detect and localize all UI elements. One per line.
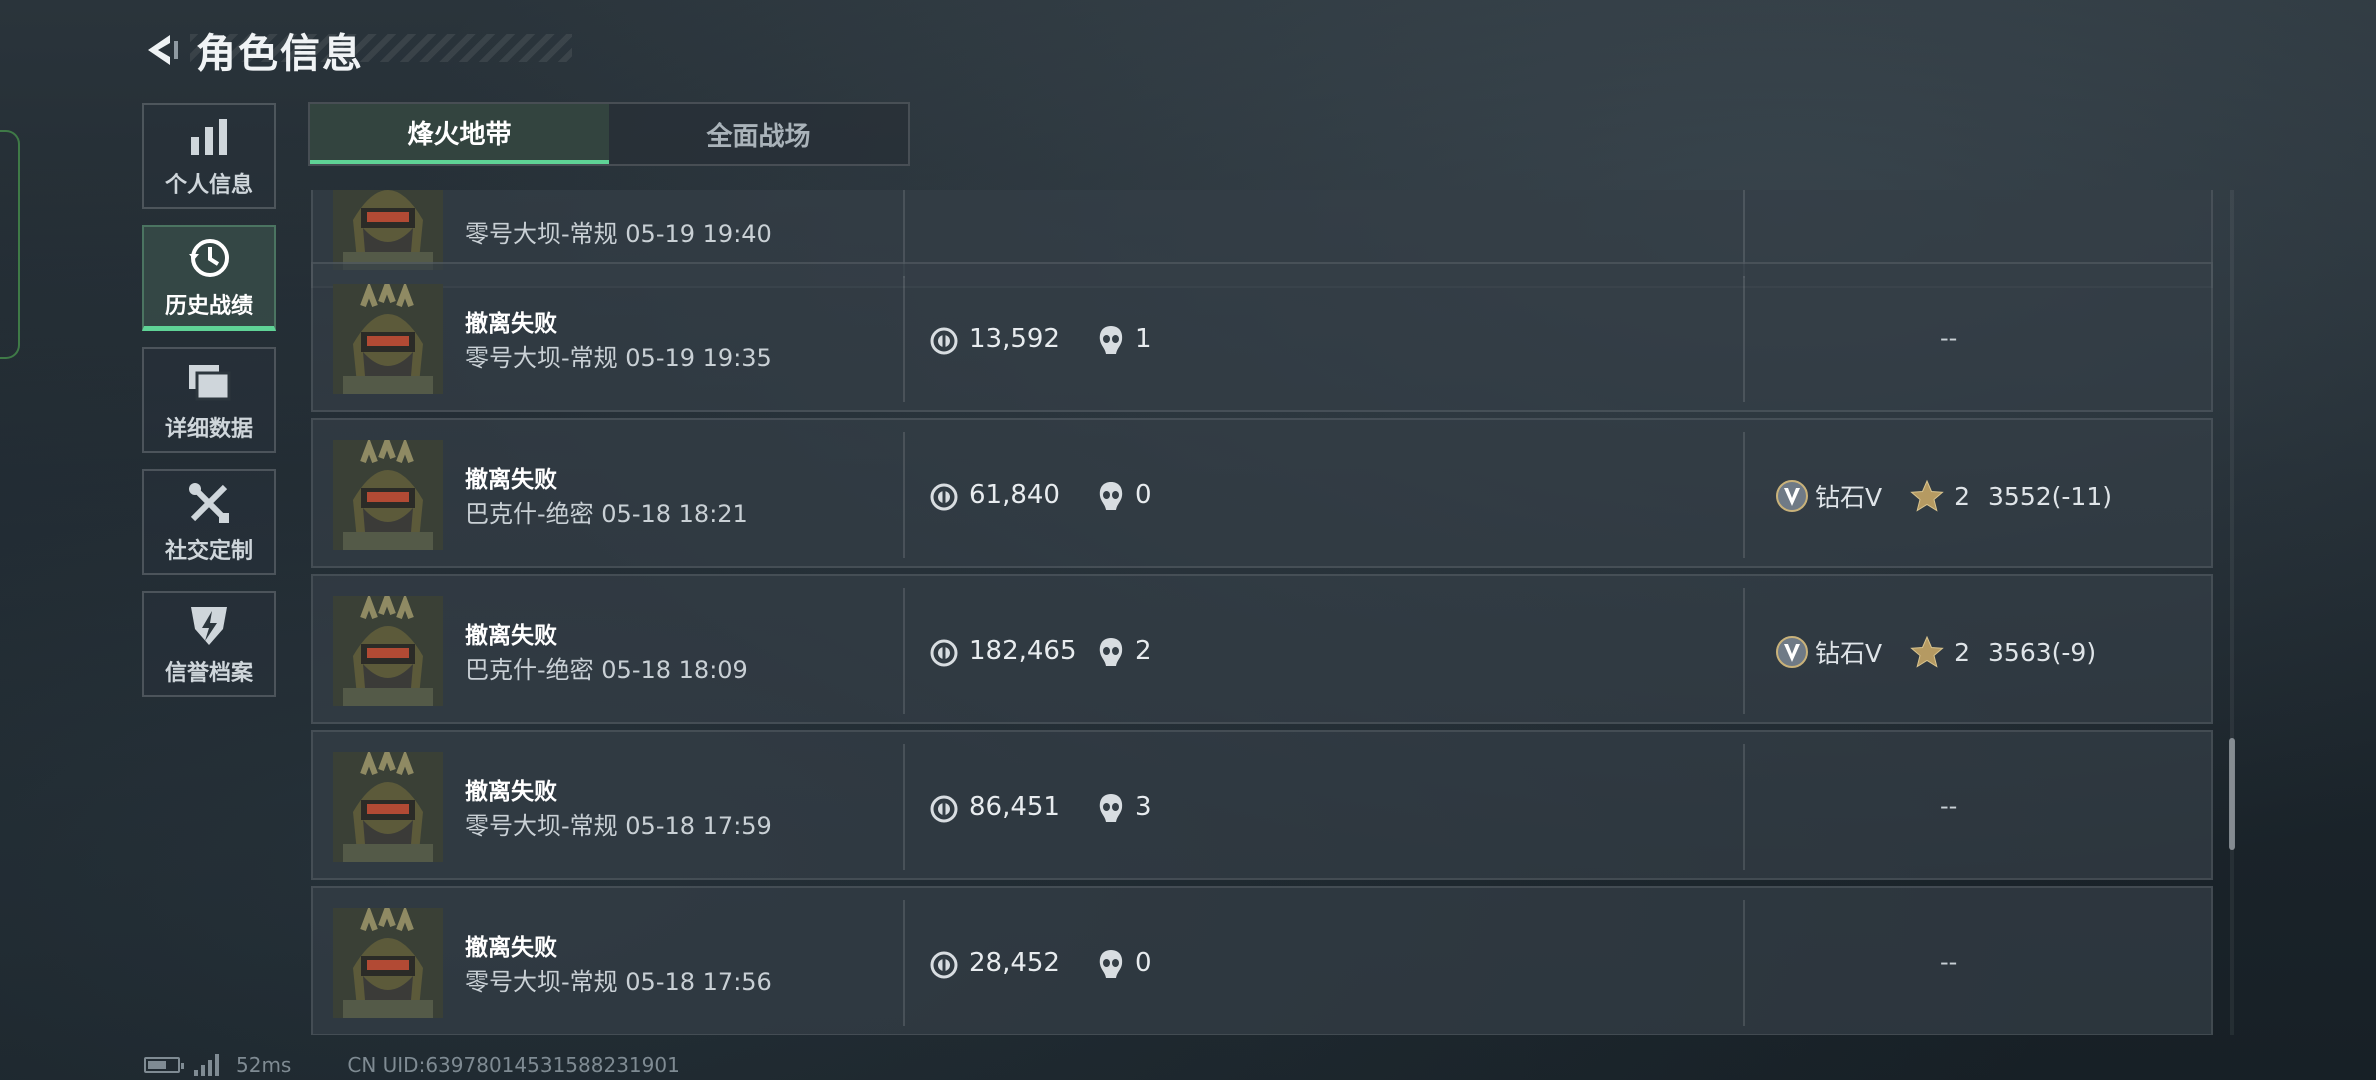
sidebar-item-history[interactable]: 历史战绩 [142, 225, 276, 331]
column-divider [903, 744, 905, 870]
ping-value: 52ms [236, 1053, 292, 1077]
match-map-time: 零号大坝-常规 05-19 19:35 [465, 344, 772, 372]
rank-info: 钻石V 2 3563(-9) [1775, 634, 2096, 670]
shield-lightning-icon [191, 607, 227, 645]
coin-icon [929, 482, 959, 512]
skull-icon [1097, 948, 1125, 980]
kill-count: 2 [1135, 636, 1152, 666]
star-icon [1910, 635, 1944, 669]
sidebar-item-label: 详细数据 [164, 417, 253, 442]
operator-avatar [333, 277, 443, 394]
match-row[interactable]: 撤离失败 巴克什-绝密 05-18 18:21 61,840 0 钻石V 2 3… [311, 418, 2213, 568]
tab-full-battlefield[interactable]: 全面战场 [609, 104, 908, 164]
match-map-time: 巴克什-绝密 05-18 18:09 [465, 656, 748, 684]
column-divider [1743, 744, 1745, 870]
operator-avatar [333, 190, 443, 270]
money-value: 61,840 [969, 480, 1060, 510]
match-row[interactable]: 撤离失败 零号大坝-常规 05-18 17:56 28,452 0 -- [311, 886, 2213, 1035]
column-divider [1743, 432, 1745, 558]
coin-icon [929, 794, 959, 824]
column-divider [903, 900, 905, 1026]
page-title: 角色信息 [196, 31, 364, 77]
status-bar: 52ms CN UID:639780145315882319​01 [144, 1052, 680, 1078]
column-divider [903, 588, 905, 714]
folder-icon [189, 365, 231, 401]
rank-empty: -- [1940, 792, 1958, 820]
sidebar-item-label: 社交定制 [164, 539, 253, 564]
match-map-time: 零号大坝-常规 05-18 17:56 [465, 968, 772, 996]
rank-badge-icon [1775, 635, 1809, 669]
tab-hazard-zone[interactable]: 烽火地带 [310, 104, 609, 164]
match-history-list[interactable]: 零号大坝-常规 05-19 19:40 撤离失败 零号大坝-常规 05-19 1… [308, 190, 2216, 1035]
money-value: 28,452 [969, 948, 1060, 978]
sidebar-item-detailed-data[interactable]: 详细数据 [142, 347, 276, 453]
coin-icon [929, 326, 959, 356]
rank-tier: 钻石V [1815, 639, 1883, 668]
sidebar-item-social[interactable]: 社交定制 [142, 469, 276, 575]
match-result: 撤离失败 [465, 779, 557, 805]
uid-text: CN UID:639780145315882319​01 [347, 1053, 680, 1077]
kill-count: 3 [1135, 792, 1152, 822]
match-result: 撤离失败 [465, 467, 557, 493]
sidebar-item-label: 个人信息 [164, 173, 253, 198]
column-divider [1743, 588, 1745, 714]
star-icon [1910, 479, 1944, 513]
column-divider [903, 276, 905, 402]
tools-icon [189, 483, 229, 523]
kill-count: 0 [1135, 948, 1152, 978]
operator-avatar [333, 589, 443, 706]
sidebar-item-personal-info[interactable]: 个人信息 [142, 103, 276, 209]
rank-score: 3563(-9) [1988, 637, 2097, 667]
back-arrow-icon[interactable] [140, 29, 182, 71]
money-value: 86,451 [969, 792, 1060, 822]
rank-badge-icon [1775, 479, 1809, 513]
match-map-time: 巴克什-绝密 05-18 18:21 [465, 500, 748, 528]
rank-stars: 2 [1954, 637, 1971, 667]
match-row[interactable]: 撤离失败 巴克什-绝密 05-18 18:09 182,465 2 钻石V 2 … [311, 574, 2213, 724]
money-value: 13,592 [969, 324, 1060, 354]
mode-tabs: 烽火地带 全面战场 [308, 102, 910, 166]
skull-icon [1097, 480, 1125, 512]
match-result: 撤离失败 [465, 935, 557, 961]
kill-count: 0 [1135, 480, 1152, 510]
scrollbar-thumb[interactable] [2229, 738, 2235, 850]
rank-empty: -- [1940, 324, 1958, 352]
match-map-time: 零号大坝-常规 05-18 17:59 [465, 812, 772, 840]
match-row[interactable]: 撤离失败 零号大坝-常规 05-18 17:59 86,451 3 -- [311, 730, 2213, 880]
match-row[interactable]: 撤离失败 零号大坝-常规 05-19 19:35 13,592 1 -- [311, 262, 2213, 412]
left-edge-panel-handle[interactable] [0, 130, 20, 359]
money-value: 182,465 [969, 636, 1077, 666]
skull-icon [1097, 792, 1125, 824]
scrollbar-track[interactable] [2230, 190, 2234, 1035]
rank-empty: -- [1940, 948, 1958, 976]
rank-stars: 2 [1954, 481, 1971, 511]
history-clock-icon [189, 238, 229, 277]
match-result: 撤离失败 [465, 311, 557, 337]
operator-avatar [333, 901, 443, 1018]
page-header: 角色信息 [140, 22, 364, 78]
rank-score: 3552(-11) [1988, 481, 2112, 511]
skull-icon [1097, 636, 1125, 668]
signal-icon [194, 1054, 222, 1076]
column-divider [903, 432, 905, 558]
coin-icon [929, 950, 959, 980]
operator-avatar [333, 745, 443, 862]
sidebar-item-label: 信誉档案 [164, 661, 253, 686]
sidebar: 个人信息 历史战绩 详细数据 社交定制 信誉档案 [142, 103, 280, 713]
sidebar-item-label: 历史战绩 [164, 293, 253, 319]
kill-count: 1 [1135, 324, 1152, 354]
coin-icon [929, 638, 959, 668]
sidebar-item-reputation[interactable]: 信誉档案 [142, 591, 276, 697]
battery-icon [144, 1057, 184, 1073]
match-result: 撤离失败 [465, 623, 557, 649]
skull-icon [1097, 324, 1125, 356]
column-divider [1743, 900, 1745, 1026]
match-map-time: 零号大坝-常规 05-19 19:40 [465, 220, 772, 248]
rank-tier: 钻石V [1815, 483, 1883, 512]
rank-info: 钻石V 2 3552(-11) [1775, 478, 2112, 514]
bar-chart-icon [191, 119, 227, 155]
operator-avatar [333, 433, 443, 550]
column-divider [1743, 276, 1745, 402]
